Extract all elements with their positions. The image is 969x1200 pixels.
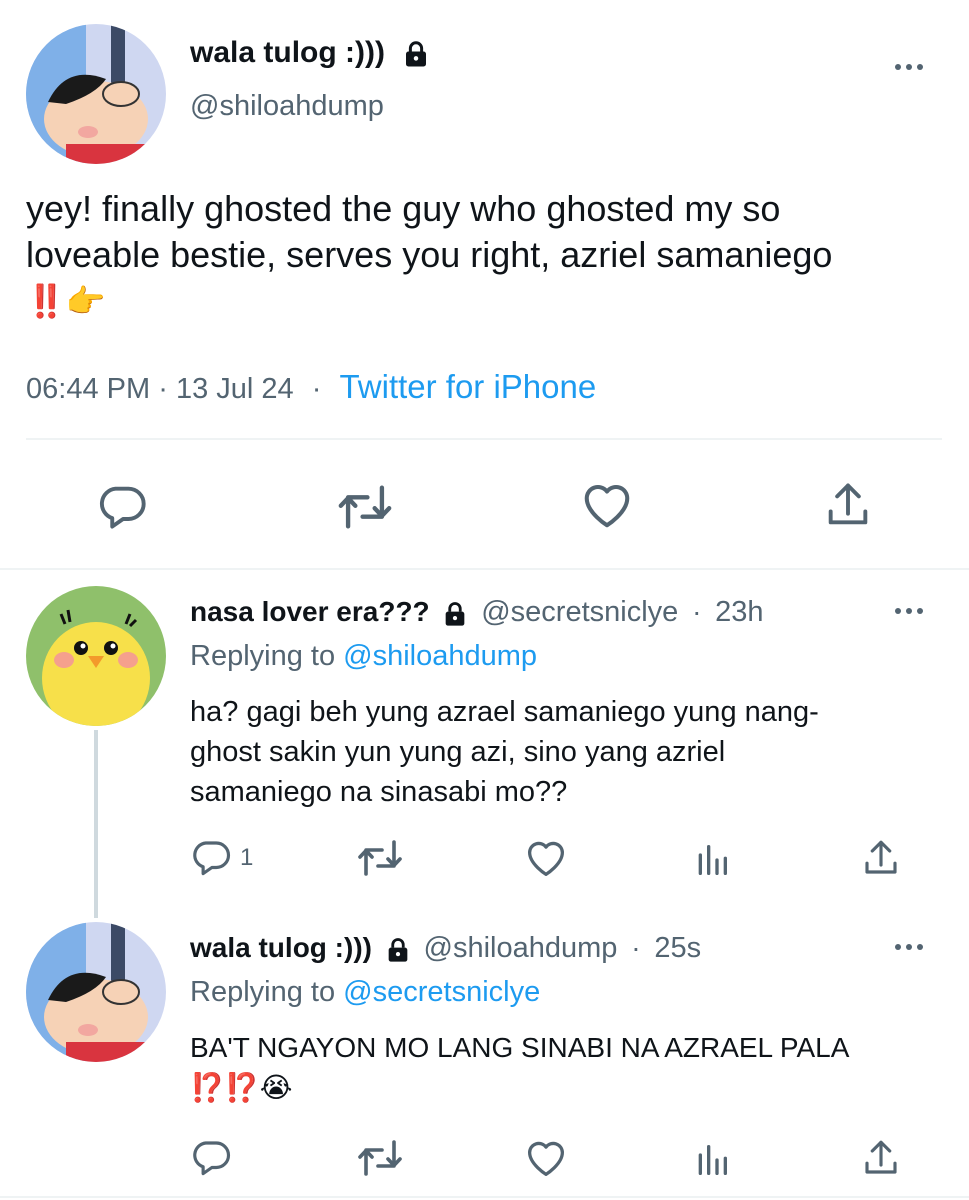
reply-text: BA'T NGAYON MO LANG SINABI NA AZRAEL PAL… (190, 1028, 950, 1108)
tweet-sep: · (158, 373, 168, 405)
like-icon[interactable] (524, 838, 568, 878)
more-icon[interactable] (895, 64, 923, 70)
reply-text-line: samaniego na sinasabi mo?? (190, 776, 568, 808)
handle[interactable]: @secretsniclye (481, 596, 678, 628)
tweet-emojis: ‼️👉 (26, 283, 106, 319)
tweet-date[interactable]: 13 Jul 24 (176, 373, 294, 405)
tweet-text: yey! finally ghosted the guy who ghosted… (26, 186, 956, 324)
handle[interactable]: @shiloahdump (190, 90, 384, 123)
display-name-text[interactable]: wala tulog :))) (190, 36, 385, 69)
replying-to: Replying to @secretsniclye (190, 976, 540, 1009)
like-icon[interactable] (580, 480, 634, 530)
timestamp[interactable]: 23h (715, 596, 763, 628)
more-icon[interactable] (895, 944, 923, 950)
lock-icon (384, 936, 412, 964)
section-divider (0, 568, 969, 570)
avatar[interactable] (26, 586, 166, 726)
reply-icon[interactable] (190, 836, 232, 878)
analytics-icon[interactable] (692, 1140, 732, 1180)
lock-icon (441, 600, 469, 628)
tweet-text-line: yey! finally ghosted the guy who ghosted… (26, 188, 781, 229)
avatar[interactable] (26, 922, 166, 1062)
divider (26, 438, 942, 440)
replying-to-handle[interactable]: @shiloahdump (343, 640, 537, 672)
reply-action-bar (0, 1132, 969, 1182)
share-icon[interactable] (860, 836, 902, 880)
replying-prefix: Replying to (190, 640, 336, 672)
like-icon[interactable] (524, 1138, 568, 1178)
retweet-icon[interactable] (356, 1138, 404, 1178)
replying-prefix: Replying to (190, 976, 336, 1008)
retweet-icon[interactable] (356, 838, 404, 878)
reply-text-line: BA'T NGAYON MO LANG SINABI NA AZRAEL PAL… (190, 1032, 850, 1063)
reply-count: 1 (240, 844, 254, 871)
reply-action-bar: 1 (0, 832, 969, 882)
share-icon[interactable] (822, 478, 874, 532)
reply-emojis: ⁉️⁉️😭 (190, 1072, 293, 1103)
lock-icon (401, 39, 431, 69)
bottom-divider (0, 1196, 969, 1198)
reply-text-line: ghost sakin yun yung azi, sino yang azri… (190, 736, 726, 768)
tweet-source[interactable]: Twitter for iPhone (339, 368, 596, 405)
replying-to: Replying to @shiloahdump (190, 640, 537, 673)
reply-icon[interactable] (96, 480, 148, 532)
display-name[interactable]: wala tulog :))) (190, 932, 372, 963)
share-icon[interactable] (860, 1136, 902, 1180)
avatar[interactable] (26, 24, 166, 164)
display-name[interactable]: nasa lover era??? (190, 596, 430, 627)
main-action-bar (0, 476, 969, 536)
separator: · (631, 932, 641, 963)
reply-text-line: ha? gagi beh yung azrael samaniego yung … (190, 696, 819, 728)
analytics-icon[interactable] (692, 840, 732, 880)
tweet-text-line: loveable bestie, serves you right, azrie… (26, 234, 833, 275)
display-name[interactable]: wala tulog :))) (190, 36, 431, 70)
reply-text: ha? gagi beh yung azrael samaniego yung … (190, 692, 950, 812)
tweet-sep: · (311, 373, 322, 405)
tweet-time[interactable]: 06:44 PM (26, 373, 150, 405)
thread-line (94, 730, 98, 918)
more-icon[interactable] (895, 608, 923, 614)
retweet-icon[interactable] (336, 482, 394, 532)
reply-icon[interactable] (190, 1136, 232, 1178)
timestamp[interactable]: 25s (654, 932, 701, 964)
handle[interactable]: @shiloahdump (424, 932, 618, 964)
tweet-meta: 06:44 PM · 13 Jul 24 · Twitter for iPhon… (26, 368, 596, 406)
reply-header: nasa lover era??? @secretsniclye · 23h (190, 596, 764, 629)
replying-to-handle[interactable]: @secretsniclye (343, 976, 540, 1008)
separator: · (692, 596, 702, 627)
reply-header: wala tulog :))) @shiloahdump · 25s (190, 932, 701, 965)
